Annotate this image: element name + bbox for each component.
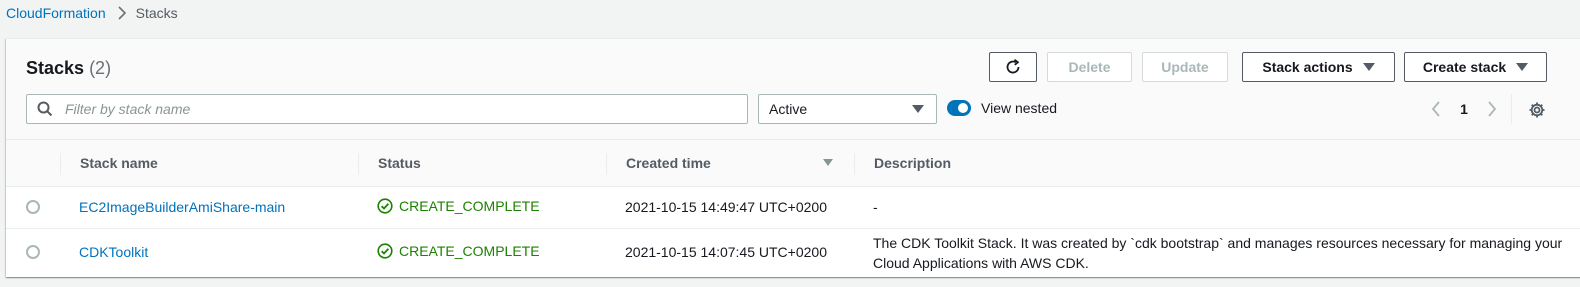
page-title-text: Stacks (26, 58, 85, 78)
pagination: 1 (1425, 98, 1503, 120)
stacks-panel: Stacks (2) Delete Update Stack actions C… (6, 38, 1580, 277)
search-field[interactable] (26, 94, 748, 124)
status-badge: CREATE_COMPLETE (377, 243, 540, 259)
column-divider (606, 153, 607, 175)
view-nested-toggle[interactable] (947, 100, 971, 116)
description-text: The CDK Toolkit Stack. It was created by… (873, 235, 1563, 271)
gear-icon[interactable] (1526, 99, 1548, 121)
page-title: Stacks (2) (26, 58, 111, 79)
description-text: - (873, 199, 878, 215)
check-circle-icon (377, 243, 393, 259)
stack-name-link[interactable]: EC2ImageBuilderAmiShare-main (79, 199, 285, 215)
column-divider (358, 153, 359, 175)
pager-divider (1511, 94, 1512, 124)
view-nested-toggle-group: View nested (947, 100, 1057, 116)
refresh-icon (1004, 58, 1022, 76)
column-header-description[interactable]: Description (874, 140, 951, 186)
stack-actions-button[interactable]: Stack actions (1242, 52, 1395, 82)
breadcrumb-current: Stacks (135, 5, 178, 21)
sort-descending-icon[interactable] (823, 159, 833, 166)
stack-actions-label: Stack actions (1262, 59, 1353, 75)
create-stack-button[interactable]: Create stack (1404, 52, 1547, 82)
column-header-stack-name[interactable]: Stack name (80, 140, 158, 186)
caret-down-icon (1516, 63, 1529, 71)
status-filter-select[interactable]: Active (758, 94, 937, 124)
check-circle-icon (377, 198, 393, 214)
current-page-number[interactable]: 1 (1453, 101, 1475, 117)
column-header-created-time[interactable]: Created time (626, 140, 711, 186)
status-text: CREATE_COMPLETE (399, 198, 540, 214)
update-button[interactable]: Update (1142, 52, 1228, 82)
created-time: 2021-10-15 14:07:45 UTC+0200 (625, 244, 827, 260)
create-stack-label: Create stack (1422, 59, 1507, 75)
breadcrumb-cloudformation-link[interactable]: CloudFormation (6, 5, 106, 21)
table-row[interactable]: EC2ImageBuilderAmiShare-main CREATE_COMP… (6, 187, 1580, 229)
caret-down-icon (1362, 63, 1375, 71)
row-select-radio[interactable] (26, 245, 40, 259)
created-time: 2021-10-15 14:49:47 UTC+0200 (625, 199, 827, 215)
column-header-status[interactable]: Status (378, 140, 421, 186)
chevron-right-icon (118, 6, 126, 20)
column-divider (60, 153, 61, 175)
stack-count: (2) (89, 58, 112, 78)
stack-name-link[interactable]: CDKToolkit (79, 244, 148, 260)
column-divider (854, 153, 855, 175)
status-filter-value: Active (769, 101, 808, 117)
row-select-radio[interactable] (26, 200, 40, 214)
chevron-right-icon[interactable] (1481, 98, 1503, 120)
status-text: CREATE_COMPLETE (399, 243, 540, 259)
breadcrumb: CloudFormation Stacks (6, 4, 178, 22)
chevron-left-icon[interactable] (1425, 98, 1447, 120)
view-nested-label: View nested (981, 100, 1058, 116)
search-icon (37, 101, 53, 117)
status-badge: CREATE_COMPLETE (377, 198, 540, 214)
caret-down-icon (912, 105, 924, 113)
refresh-button[interactable] (989, 52, 1037, 82)
search-input[interactable] (63, 100, 707, 118)
toggle-knob (958, 103, 968, 113)
table-row[interactable]: CDKToolkit CREATE_COMPLETE 2021-10-15 14… (6, 229, 1580, 276)
table-header: Stack name Status Created time Descripti… (6, 140, 1580, 187)
panel-header: Stacks (2) Delete Update Stack actions C… (6, 39, 1580, 140)
delete-button[interactable]: Delete (1047, 52, 1132, 82)
